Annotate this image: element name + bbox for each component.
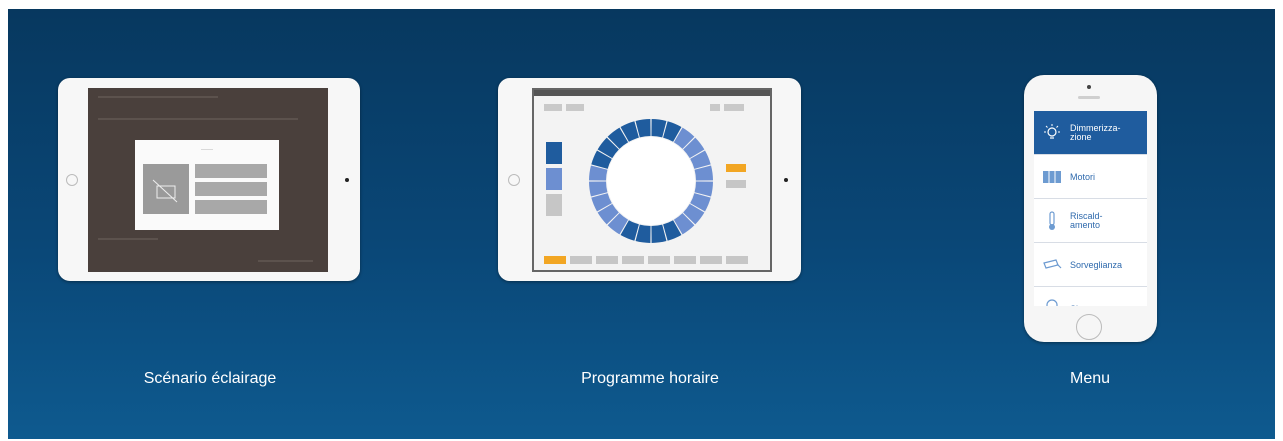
menu-item-sicurezza[interactable]: Sicurezza xyxy=(1034,287,1147,306)
menu-item-riscaldamento[interactable]: Riscald- amento xyxy=(1034,199,1147,243)
caption-menu: Menu xyxy=(1069,370,1111,387)
tablet-screen: ——— xyxy=(88,88,328,272)
toolbar-button[interactable] xyxy=(566,104,584,111)
caption-time-schedule: Programme horaire xyxy=(581,370,719,387)
day-button[interactable] xyxy=(622,256,644,264)
mode-button[interactable] xyxy=(546,168,562,190)
thermometer-icon xyxy=(1042,211,1062,231)
day-button[interactable] xyxy=(726,256,748,264)
phone-screen: Dimmerizza- zione Motori Riscald- amento xyxy=(1034,111,1147,306)
day-button[interactable] xyxy=(544,256,566,264)
menu-item-label: Dimmerizza- zione xyxy=(1070,123,1121,142)
lock-icon xyxy=(1042,299,1062,306)
tablet-lighting-scenario: ——— xyxy=(58,78,360,281)
toolbar-button[interactable] xyxy=(710,104,720,111)
tablet-camera xyxy=(345,178,349,182)
tablet-screen xyxy=(532,88,772,272)
tablet-home-button[interactable] xyxy=(66,174,78,186)
lightbulb-icon xyxy=(1042,123,1062,143)
phone-menu: Dimmerizza- zione Motori Riscald- amento xyxy=(1024,75,1157,342)
scenario-icon xyxy=(152,179,178,203)
scenario-dialog: ——— xyxy=(135,140,279,230)
mode-button[interactable] xyxy=(546,194,562,216)
toolbar-button[interactable] xyxy=(724,104,744,111)
tablet-home-button[interactable] xyxy=(508,174,520,186)
time-chip[interactable] xyxy=(726,164,746,172)
phone-home-button[interactable] xyxy=(1076,314,1102,340)
time-chip[interactable] xyxy=(726,180,746,188)
tablet-time-schedule xyxy=(498,78,801,281)
dialog-title: ——— xyxy=(201,146,213,151)
day-button[interactable] xyxy=(648,256,670,264)
tablet-camera xyxy=(784,178,788,182)
menu-item-sorveglianza[interactable]: Sorveglianza xyxy=(1034,243,1147,287)
dialog-option-button[interactable] xyxy=(195,200,267,214)
menu-item-label: Riscald- amento xyxy=(1070,211,1103,230)
blinds-icon xyxy=(1042,167,1062,187)
screen-header xyxy=(534,90,770,96)
menu-item-label: Sorveglianza xyxy=(1070,259,1123,270)
day-button[interactable] xyxy=(674,256,696,264)
day-button[interactable] xyxy=(570,256,592,264)
menu-item-motori[interactable]: Motori xyxy=(1034,155,1147,199)
schedule-ring[interactable] xyxy=(588,118,714,244)
scenario-image xyxy=(143,164,189,214)
day-button[interactable] xyxy=(596,256,618,264)
phone-camera xyxy=(1087,85,1091,89)
caption-lighting-scenario: Scénario éclairage xyxy=(143,370,277,387)
dialog-option-button[interactable] xyxy=(195,182,267,196)
menu-item-label: Motori xyxy=(1070,171,1096,182)
camera-icon xyxy=(1042,255,1062,275)
menu-item-dimmerizzazione[interactable]: Dimmerizza- zione xyxy=(1034,111,1147,155)
toolbar-button[interactable] xyxy=(544,104,562,111)
menu-item-label: Sicurezza xyxy=(1070,287,1110,306)
dialog-option-button[interactable] xyxy=(195,164,267,178)
mode-button[interactable] xyxy=(546,142,562,164)
day-button[interactable] xyxy=(700,256,722,264)
phone-speaker xyxy=(1078,96,1100,99)
